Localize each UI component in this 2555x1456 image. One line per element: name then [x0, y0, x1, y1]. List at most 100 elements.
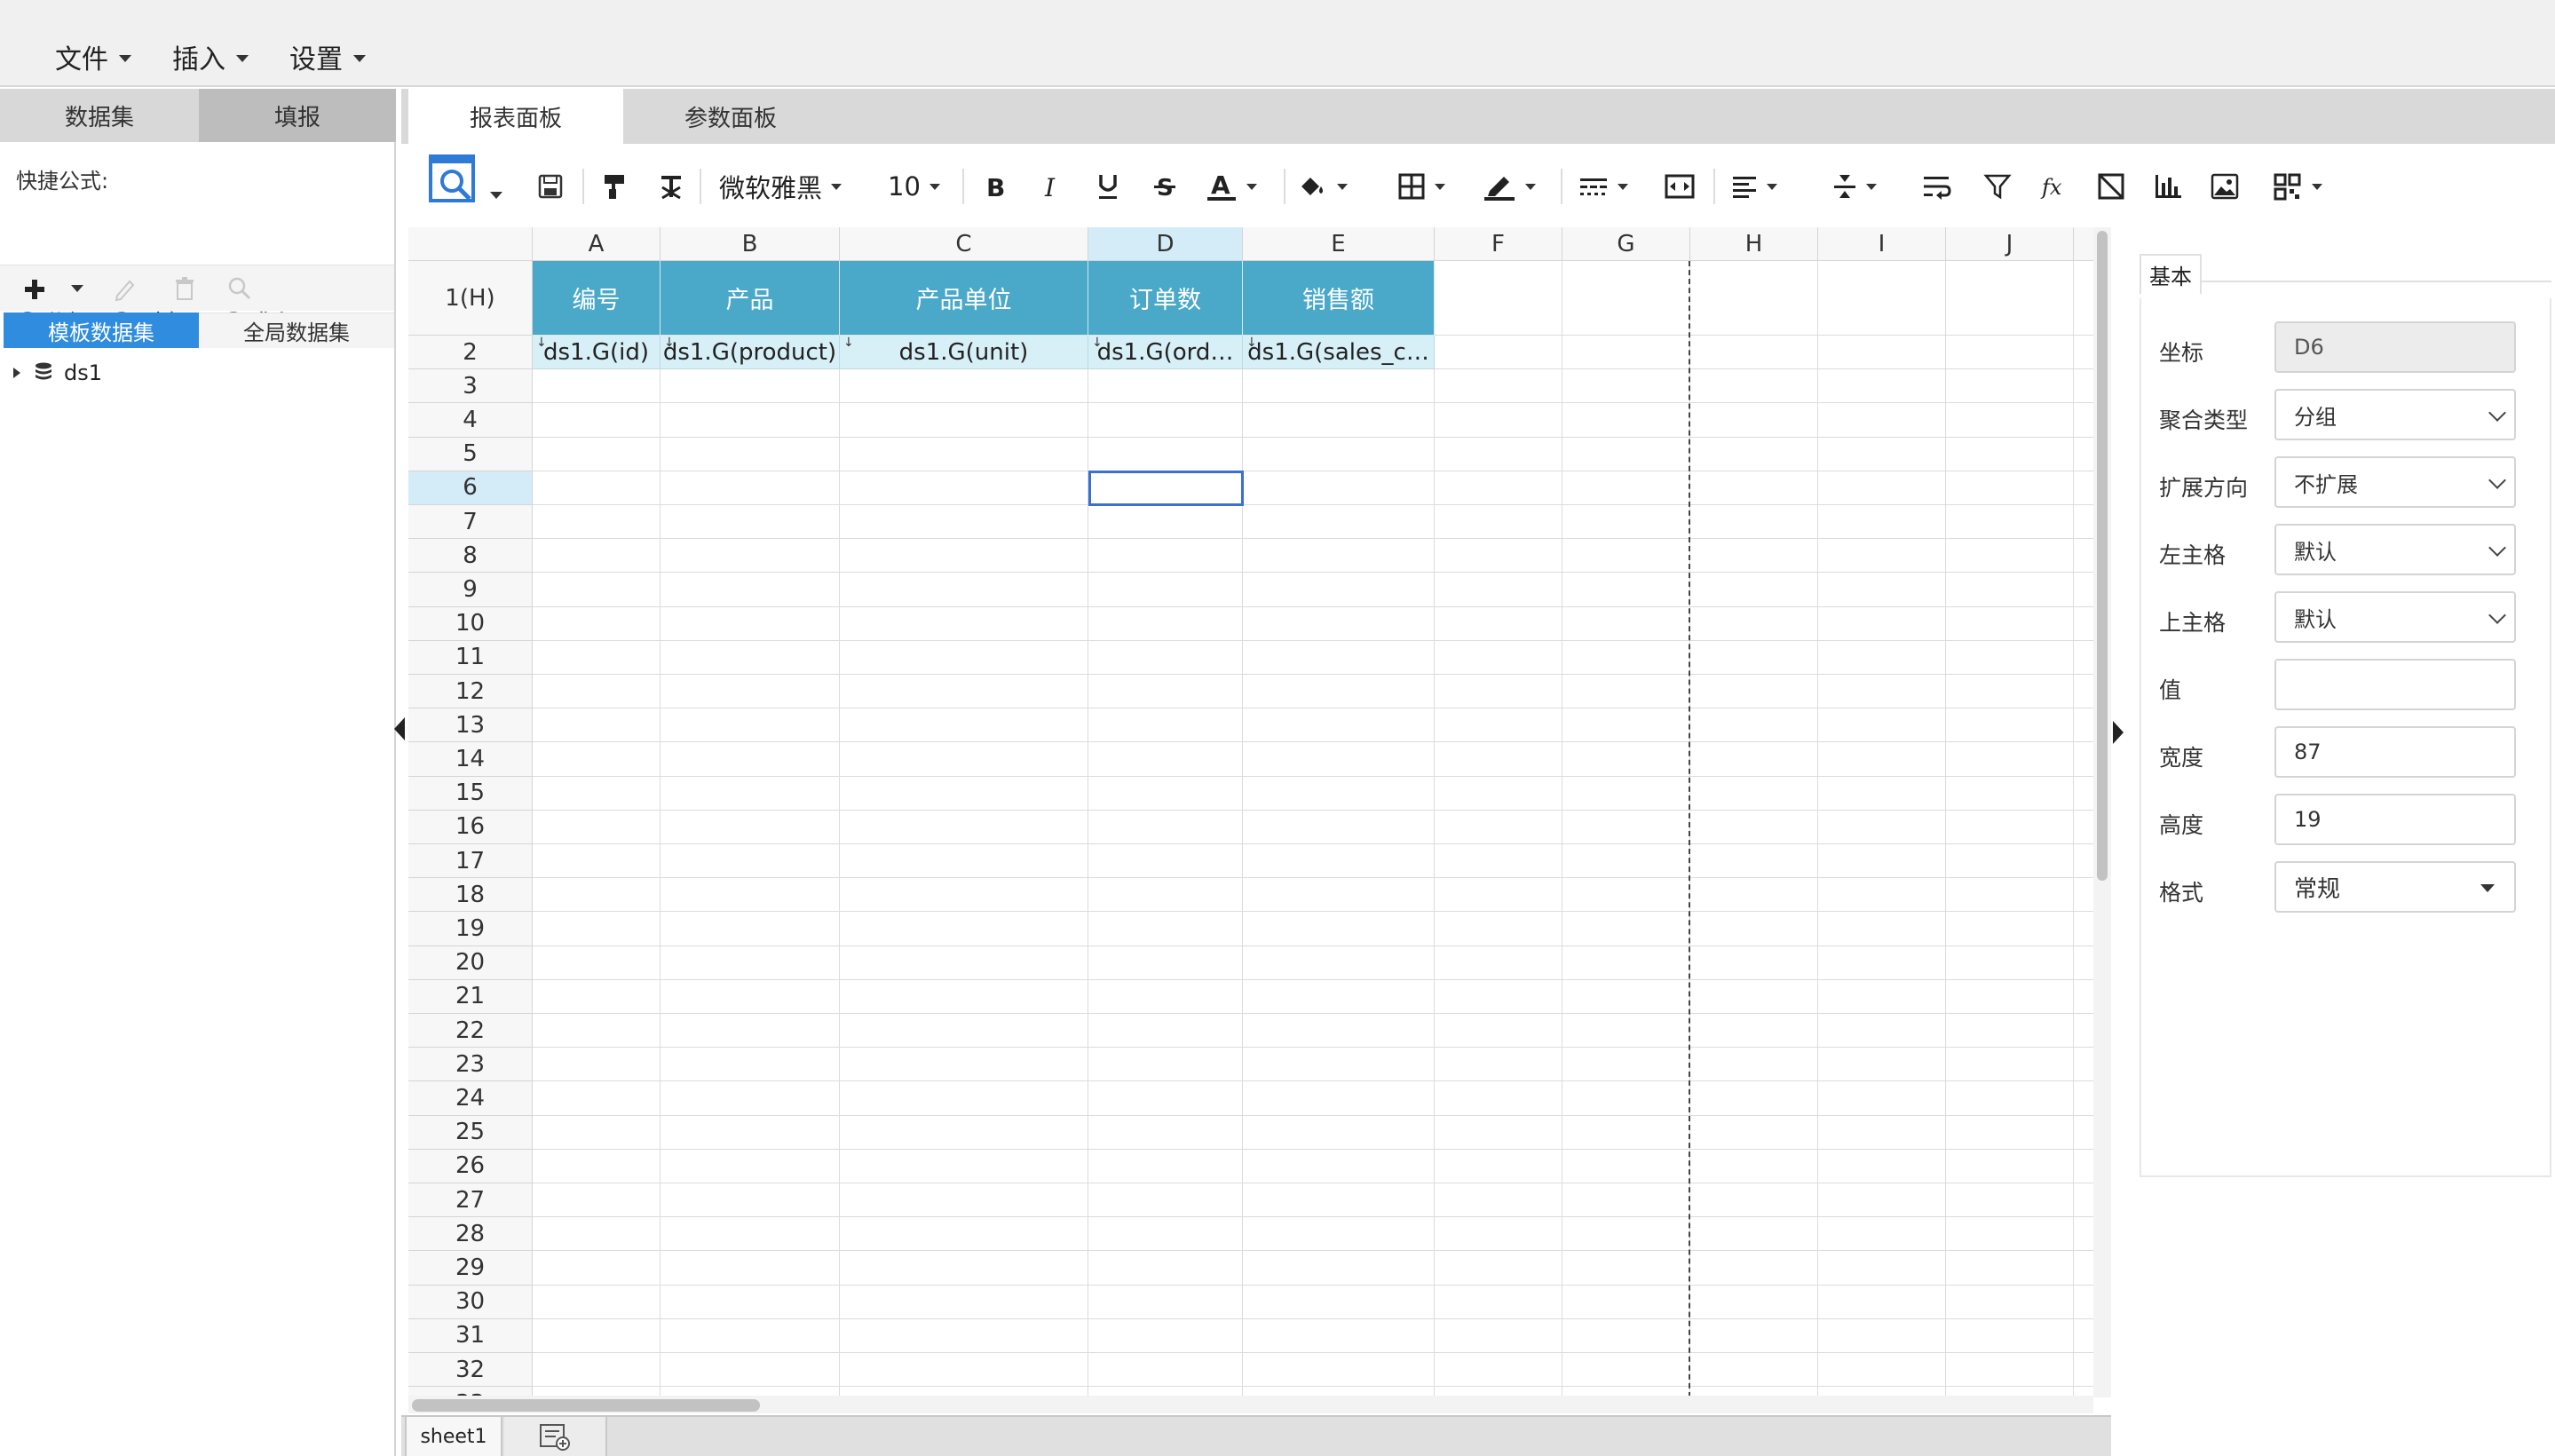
grid-cell[interactable]: [533, 471, 661, 505]
grid-cell[interactable]: [1562, 1251, 1690, 1286]
grid-cell[interactable]: [533, 776, 661, 811]
wrap-text-button[interactable]: [1919, 165, 1955, 208]
grid-cell[interactable]: [533, 878, 661, 913]
grid-cell[interactable]: [840, 675, 1088, 709]
grid-cell[interactable]: [840, 1149, 1088, 1183]
grid-cell[interactable]: [840, 539, 1088, 574]
grid-cell[interactable]: [1946, 403, 2074, 438]
grid-cell[interactable]: [1690, 1387, 1818, 1396]
grid-cell[interactable]: [1690, 946, 1818, 980]
grid-cell[interactable]: [2074, 777, 2093, 811]
row-header-29[interactable]: 29: [408, 1251, 533, 1286]
grid-cell[interactable]: [1562, 844, 1690, 879]
formula-button[interactable]: fx: [2037, 165, 2072, 208]
grid-cell[interactable]: [533, 573, 661, 607]
grid-cell[interactable]: [2074, 1014, 2093, 1048]
grid-cell[interactable]: [1690, 403, 1818, 438]
grid-cell[interactable]: [1818, 1183, 1946, 1218]
grid-cell[interactable]: [840, 979, 1088, 1014]
data-cell-e2[interactable]: ↓ ds1.G(sales_c…: [1243, 336, 1435, 370]
grid-cell[interactable]: [840, 1318, 1088, 1353]
grid-cell[interactable]: [1562, 606, 1690, 641]
grid-cell[interactable]: [1946, 776, 2074, 811]
grid-cell[interactable]: [2074, 403, 2093, 438]
row-header-27[interactable]: 27: [408, 1183, 533, 1218]
header-cell-a1[interactable]: 编号: [533, 261, 661, 336]
grid-cell[interactable]: [2074, 811, 2093, 844]
column-header-j[interactable]: J: [1946, 227, 2074, 261]
width-input[interactable]: 87: [2274, 726, 2516, 778]
horizontal-scrollbar-thumb[interactable]: [412, 1399, 760, 1412]
row-header-5[interactable]: 5: [408, 437, 533, 471]
add-icon[interactable]: [23, 278, 46, 301]
grid-cell[interactable]: [1818, 437, 1946, 471]
grid-cell[interactable]: [1088, 1251, 1243, 1286]
menu-settings[interactable]: 设置: [289, 37, 366, 76]
fill-color-button[interactable]: [1298, 165, 1360, 208]
grid-cell[interactable]: [1088, 1353, 1243, 1388]
grid-cell[interactable]: [661, 1285, 840, 1319]
border-color-button[interactable]: [1483, 165, 1545, 208]
grid-cell[interactable]: [533, 1285, 661, 1319]
grid-cell[interactable]: [1690, 573, 1818, 607]
grid-cell[interactable]: [840, 369, 1088, 404]
data-cell-a2[interactable]: ↓ ds1.G(id): [533, 336, 661, 370]
grid-cell[interactable]: [2074, 980, 2093, 1014]
column-header-a[interactable]: A: [533, 227, 661, 261]
border-button[interactable]: [1397, 165, 1459, 208]
row-header-23[interactable]: 23: [408, 1048, 533, 1082]
grid-cell[interactable]: [840, 708, 1088, 743]
grid-cell[interactable]: [661, 675, 840, 709]
grid-cell[interactable]: [533, 912, 661, 946]
header-cell-c1[interactable]: 产品单位: [840, 261, 1088, 336]
grid-cell[interactable]: [1243, 1318, 1435, 1353]
grid-cell[interactable]: [661, 1081, 840, 1116]
grid-cell[interactable]: [1562, 1115, 1690, 1150]
grid-cell[interactable]: [2074, 261, 2093, 336]
grid-cell[interactable]: [2074, 1251, 2093, 1286]
grid-cell[interactable]: [1243, 1251, 1435, 1286]
grid-cell[interactable]: [1690, 1149, 1818, 1183]
top-main-cell-select[interactable]: 默认: [2274, 591, 2516, 643]
grid-cell[interactable]: [533, 1149, 661, 1183]
grid-cell[interactable]: [1946, 606, 2074, 641]
grid-cell[interactable]: [840, 1353, 1088, 1388]
column-header-d[interactable]: D: [1088, 227, 1243, 261]
row-header-10[interactable]: 10: [408, 606, 533, 641]
grid-cell[interactable]: [1946, 471, 2074, 505]
grid-cell[interactable]: [840, 1048, 1088, 1082]
row-header-30[interactable]: 30: [408, 1285, 533, 1319]
grid-cell[interactable]: [2074, 336, 2093, 370]
grid-cell[interactable]: [1088, 573, 1243, 607]
grid-cell[interactable]: [1818, 979, 1946, 1014]
format-select[interactable]: 常规: [2274, 861, 2516, 913]
grid-cell[interactable]: [840, 606, 1088, 641]
grid-cell[interactable]: [840, 946, 1088, 980]
grid-cell[interactable]: [1690, 912, 1818, 946]
grid-cell[interactable]: [1818, 878, 1946, 913]
grid-cell[interactable]: [661, 1183, 840, 1218]
grid-cell[interactable]: [1243, 912, 1435, 946]
grid-cell[interactable]: [1562, 437, 1690, 471]
grid-cell[interactable]: [1946, 810, 2074, 844]
grid-cell[interactable]: [1690, 979, 1818, 1014]
grid-cell[interactable]: [1946, 708, 2074, 743]
grid-cell[interactable]: [533, 1387, 661, 1396]
grid-cell[interactable]: [1243, 979, 1435, 1014]
grid-cell[interactable]: [1088, 1048, 1243, 1082]
grid-cell[interactable]: [1946, 1318, 2074, 1353]
row-header-31[interactable]: 31: [408, 1318, 533, 1353]
grid-cell[interactable]: [1690, 1217, 1818, 1252]
grid-cell[interactable]: [1818, 1014, 1946, 1048]
grid-cell[interactable]: [1243, 505, 1435, 540]
grid-cell[interactable]: [1690, 844, 1818, 879]
grid-cell[interactable]: [1088, 979, 1243, 1014]
grid-cell[interactable]: [2074, 1048, 2093, 1082]
column-header-h[interactable]: H: [1690, 227, 1818, 261]
row-header-6[interactable]: 6: [408, 471, 533, 505]
grid-cell[interactable]: [1562, 505, 1690, 540]
grid-cell[interactable]: [840, 1217, 1088, 1252]
column-header-b[interactable]: B: [661, 227, 840, 261]
grid-cell[interactable]: [1946, 1048, 2074, 1082]
tab-fill[interactable]: 填报: [199, 89, 396, 142]
